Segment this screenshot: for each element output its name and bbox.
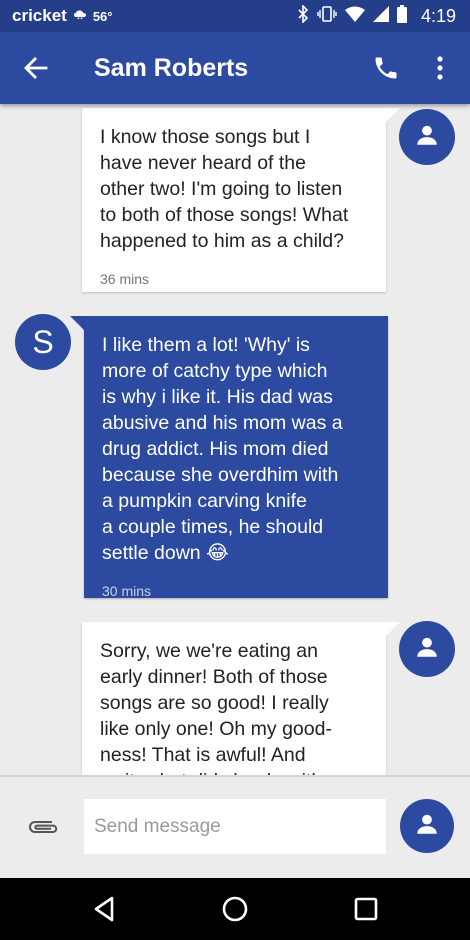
person-icon	[414, 122, 440, 153]
message-timestamp: 30 mins	[102, 583, 152, 599]
message-input[interactable]	[84, 799, 386, 854]
message-line: other two! I'm going to listen	[100, 178, 343, 200]
message-line: drug addict. His mom died	[102, 438, 329, 460]
vibrate-icon	[317, 5, 337, 27]
battery-icon	[396, 4, 407, 28]
message-bubble-incoming[interactable]: I know those songs but I have never hear…	[82, 108, 386, 292]
system-nav-bar	[0, 878, 470, 940]
weather-icon	[73, 6, 87, 26]
message-line: I know those songs but I	[100, 126, 311, 148]
message-line: happened to him as a child?	[100, 230, 344, 252]
message-line: have never heard of the	[100, 152, 306, 174]
compose-bar	[0, 777, 470, 878]
sender-avatar[interactable]: S	[15, 314, 71, 370]
self-avatar-send-button[interactable]	[400, 799, 454, 853]
message-timestamp: 36 mins	[100, 271, 150, 287]
contact-avatar[interactable]	[399, 109, 455, 165]
message-line: a pumpkin carving knife	[102, 490, 307, 512]
message-line: more of catchy type which	[102, 360, 328, 382]
contact-avatar[interactable]	[399, 621, 455, 677]
temperature-label: 56°	[92, 8, 113, 24]
bubble-tail	[386, 622, 400, 636]
wifi-icon	[344, 6, 365, 27]
message-bubble-outgoing[interactable]: I like them a lot! 'Why' is more of catc…	[84, 316, 388, 599]
clock-label: 4:19	[420, 5, 456, 26]
carrier-label: cricket	[12, 6, 67, 25]
message-line: I like them a lot! 'Why' is	[102, 334, 310, 356]
message-line: settle down 😂	[102, 540, 370, 566]
conversation-list[interactable]: I know those songs but I have never hear…	[0, 104, 470, 776]
message-line: abusive and his mom was a	[102, 412, 343, 434]
signal-icon	[372, 5, 389, 27]
bubble-tail	[70, 316, 84, 330]
message-line: ness! That is awful! And	[100, 744, 306, 766]
message-line: Sorry, we we're eating an	[100, 640, 318, 662]
message-line: songs are so good! I really	[100, 692, 329, 714]
avatar-initial: S	[32, 323, 54, 360]
recents-square-icon[interactable]	[351, 894, 381, 924]
message-line: is why i like it. His dad was	[102, 386, 333, 408]
person-icon	[414, 634, 440, 665]
bluetooth-icon	[297, 3, 309, 28]
contact-name-title: Sam Roberts	[94, 54, 249, 82]
attachment-icon[interactable]	[26, 816, 60, 838]
back-triangle-icon[interactable]	[90, 894, 120, 924]
more-vert-icon[interactable]	[428, 54, 452, 82]
message-bubble-incoming[interactable]: Sorry, we we're eating an early dinner! …	[82, 622, 386, 776]
message-line: like only one! Oh my good-	[100, 718, 332, 740]
back-arrow-icon[interactable]	[22, 54, 50, 82]
message-line: to both of those songs! What	[100, 204, 349, 226]
emoji: 😂	[206, 542, 229, 564]
message-line: because she overdhim with	[102, 464, 339, 486]
app-bar: Sam Roberts	[0, 32, 470, 104]
phone-icon[interactable]	[372, 54, 400, 82]
message-line: early dinner! Both of those	[100, 666, 328, 688]
status-bar: cricket 56° 4:19	[0, 0, 470, 32]
bubble-tail	[386, 108, 400, 122]
home-circle-icon[interactable]	[220, 894, 250, 924]
message-line: a couple times, he should	[102, 516, 324, 538]
message-text: settle down	[102, 542, 201, 564]
person-icon	[414, 811, 440, 842]
